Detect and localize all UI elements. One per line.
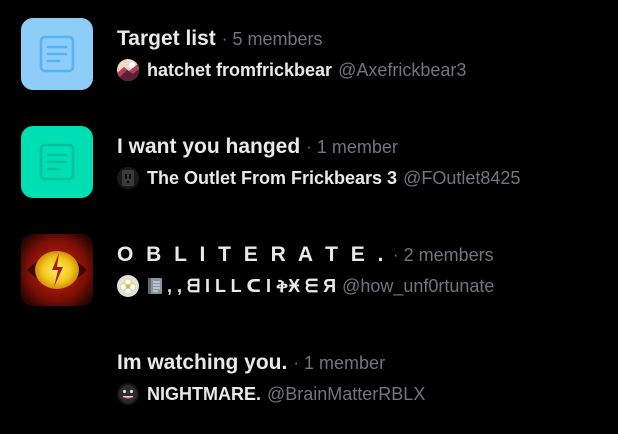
owner-display-name[interactable]: , , ᗺ I L L ᑕ I ቅӾ ᗴ Я: [167, 276, 336, 297]
owner-handle[interactable]: @FOutlet8425: [403, 168, 520, 189]
list-name[interactable]: I want you hanged: [117, 135, 300, 159]
list-item[interactable]: Target list · 5 members hatchet fromfric…: [0, 0, 618, 108]
list-item[interactable]: O B L I T E R A T E . · 2 members , , ᗺ …: [0, 216, 618, 324]
list-thumbnail: [21, 18, 93, 90]
avatar[interactable]: [117, 167, 139, 189]
book-emoji-icon: [148, 278, 162, 294]
list-item[interactable]: Im watching you. · 1 member NIGHTMARE. @…: [0, 324, 618, 432]
avatar-outlet-icon: [117, 167, 139, 189]
list-thumbnail: [21, 342, 93, 414]
member-count: 1 member: [316, 136, 398, 157]
list-name[interactable]: Target list: [117, 27, 216, 51]
list-item[interactable]: I want you hanged · 1 member The Outlet …: [0, 108, 618, 216]
avatar[interactable]: [117, 59, 139, 81]
member-count: 1 member: [304, 352, 386, 373]
list-thumbnail: [21, 126, 93, 198]
avatar[interactable]: [117, 383, 139, 405]
separator-dot: ·: [293, 353, 300, 372]
eye-cover-image-icon: [21, 234, 93, 306]
owner-handle[interactable]: @how_unf0rtunate: [342, 276, 494, 297]
separator-dot: ·: [392, 245, 399, 264]
avatar-nightmare-icon: [117, 383, 139, 405]
owner-handle[interactable]: @BrainMatterRBLX: [267, 384, 425, 405]
member-count: 5 members: [232, 28, 323, 49]
owner-display-name[interactable]: hatchet fromfrickbear: [147, 60, 332, 81]
avatar-flower-icon: [117, 275, 139, 297]
list-name[interactable]: Im watching you.: [117, 351, 287, 375]
owner-display-name[interactable]: NIGHTMARE.: [147, 384, 261, 405]
list-thumbnail: [21, 234, 93, 306]
separator-dot: ·: [306, 137, 312, 156]
owner-handle[interactable]: @Axefrickbear3: [338, 60, 466, 81]
member-count: 2 members: [403, 244, 494, 265]
list-name[interactable]: O B L I T E R A T E .: [117, 243, 387, 267]
document-list-icon: [39, 35, 75, 73]
separator-dot: ·: [221, 29, 228, 48]
document-list-icon: [39, 143, 75, 181]
owner-display-name[interactable]: The Outlet From Frickbears 3: [147, 168, 397, 189]
avatar[interactable]: [117, 275, 139, 297]
avatar-hatchet-icon: [117, 59, 139, 81]
